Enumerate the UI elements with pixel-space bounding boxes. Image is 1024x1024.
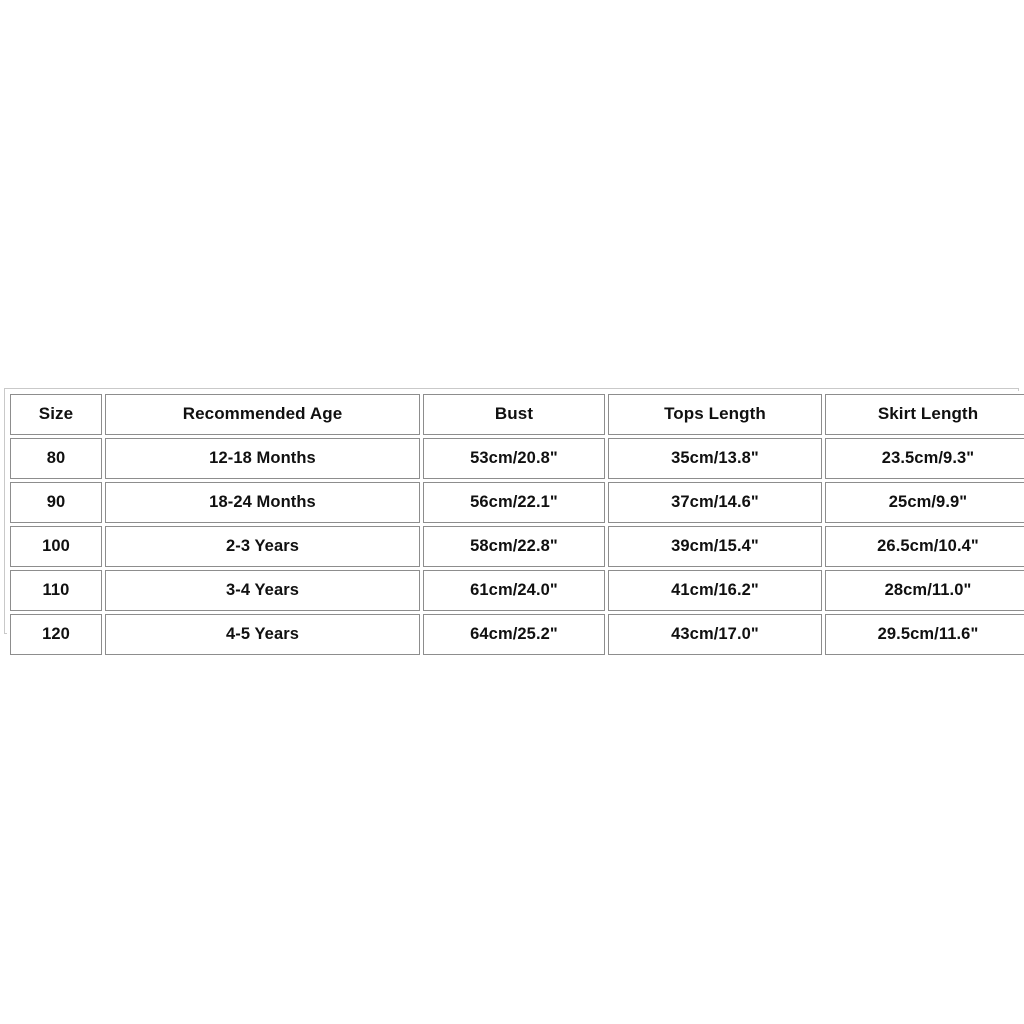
cell-tops-length: 43cm/17.0" <box>608 614 822 655</box>
cell-skirt-length: 25cm/9.9" <box>825 482 1024 523</box>
column-header-bust: Bust <box>423 394 605 435</box>
cell-skirt-length: 29.5cm/11.6" <box>825 614 1024 655</box>
cell-age: 4-5 Years <box>105 614 420 655</box>
cell-skirt-length: 23.5cm/9.3" <box>825 438 1024 479</box>
cell-size: 90 <box>10 482 102 523</box>
cell-size: 110 <box>10 570 102 611</box>
cell-tops-length: 35cm/13.8" <box>608 438 822 479</box>
cell-age: 2-3 Years <box>105 526 420 567</box>
table-row: 120 4-5 Years 64cm/25.2" 43cm/17.0" 29.5… <box>10 614 1024 655</box>
size-chart-table-container: Size Recommended Age Bust Tops Length Sk… <box>4 388 1024 658</box>
table-header-row: Size Recommended Age Bust Tops Length Sk… <box>10 394 1024 435</box>
cell-size: 100 <box>10 526 102 567</box>
cell-age: 3-4 Years <box>105 570 420 611</box>
cell-size: 80 <box>10 438 102 479</box>
size-chart-table: Size Recommended Age Bust Tops Length Sk… <box>7 391 1024 658</box>
cell-tops-length: 41cm/16.2" <box>608 570 822 611</box>
cell-bust: 53cm/20.8" <box>423 438 605 479</box>
table-header: Size Recommended Age Bust Tops Length Sk… <box>10 394 1024 435</box>
column-header-tops-length: Tops Length <box>608 394 822 435</box>
cell-size: 120 <box>10 614 102 655</box>
table-row: 90 18-24 Months 56cm/22.1" 37cm/14.6" 25… <box>10 482 1024 523</box>
column-header-size: Size <box>10 394 102 435</box>
cell-age: 12-18 Months <box>105 438 420 479</box>
cell-tops-length: 37cm/14.6" <box>608 482 822 523</box>
cell-bust: 61cm/24.0" <box>423 570 605 611</box>
table-row: 80 12-18 Months 53cm/20.8" 35cm/13.8" 23… <box>10 438 1024 479</box>
cell-skirt-length: 26.5cm/10.4" <box>825 526 1024 567</box>
column-header-recommended-age: Recommended Age <box>105 394 420 435</box>
column-header-skirt-length: Skirt Length <box>825 394 1024 435</box>
cell-bust: 64cm/25.2" <box>423 614 605 655</box>
cell-bust: 56cm/22.1" <box>423 482 605 523</box>
page-canvas: Size Recommended Age Bust Tops Length Sk… <box>0 0 1024 1024</box>
cell-bust: 58cm/22.8" <box>423 526 605 567</box>
table-row: 100 2-3 Years 58cm/22.8" 39cm/15.4" 26.5… <box>10 526 1024 567</box>
table-row: 110 3-4 Years 61cm/24.0" 41cm/16.2" 28cm… <box>10 570 1024 611</box>
table-body: 80 12-18 Months 53cm/20.8" 35cm/13.8" 23… <box>10 438 1024 655</box>
cell-tops-length: 39cm/15.4" <box>608 526 822 567</box>
cell-age: 18-24 Months <box>105 482 420 523</box>
cell-skirt-length: 28cm/11.0" <box>825 570 1024 611</box>
